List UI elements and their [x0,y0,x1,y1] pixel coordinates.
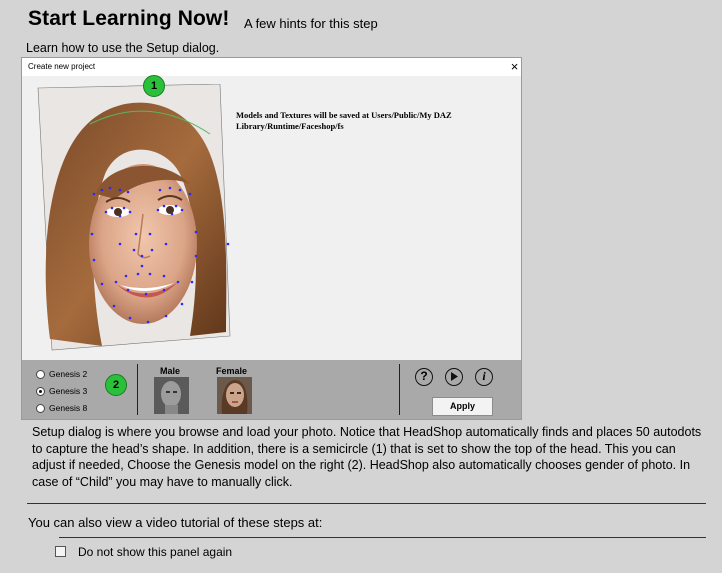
panel-divider [399,364,400,415]
info-icon[interactable]: i [475,368,493,386]
close-icon[interactable]: × [508,58,521,76]
radio-button-selected[interactable] [36,387,45,396]
do-not-show-checkbox[interactable] [55,546,66,557]
dialog-title: Create new project [28,62,96,71]
divider [27,503,706,504]
save-location-note: Models and Textures will be saved at Use… [236,110,452,131]
face-photo[interactable] [30,84,233,353]
checkbox-label[interactable]: Do not show this panel again [78,545,232,559]
male-label: Male [160,366,181,376]
radio-button[interactable] [36,404,45,413]
female-thumbnail[interactable] [217,377,252,414]
radio-label: Genesis 3 [49,386,88,396]
female-label: Female [216,366,248,376]
help-icon[interactable]: ? [415,368,433,386]
apply-button[interactable]: Apply [432,397,493,416]
radio-button[interactable] [36,370,45,379]
video-tutorial-text: You can also view a video tutorial of th… [28,515,323,530]
setup-bottom-panel: Genesis 2 Genesis 3 Genesis 8 Male Femal… [22,360,521,419]
description-text: Setup dialog is where you browse and loa… [32,425,702,489]
panel-divider [137,364,138,415]
page-subtitle: A few hints for this step [244,16,378,31]
play-icon[interactable] [445,368,463,386]
setup-dialog-screenshot: Create new project × Models and Textures… [21,57,522,420]
radio-label: Genesis 8 [49,403,88,413]
divider [59,537,706,538]
dialog-titlebar: Create new project × [22,58,521,76]
intro-text: Learn how to use the Setup dialog. [26,41,220,55]
callout-marker-1: 1 [143,75,165,97]
male-thumbnail[interactable] [154,377,189,414]
page-title: Start Learning Now! [28,7,230,30]
radio-label: Genesis 2 [49,369,88,379]
callout-marker-2: 2 [105,374,127,396]
